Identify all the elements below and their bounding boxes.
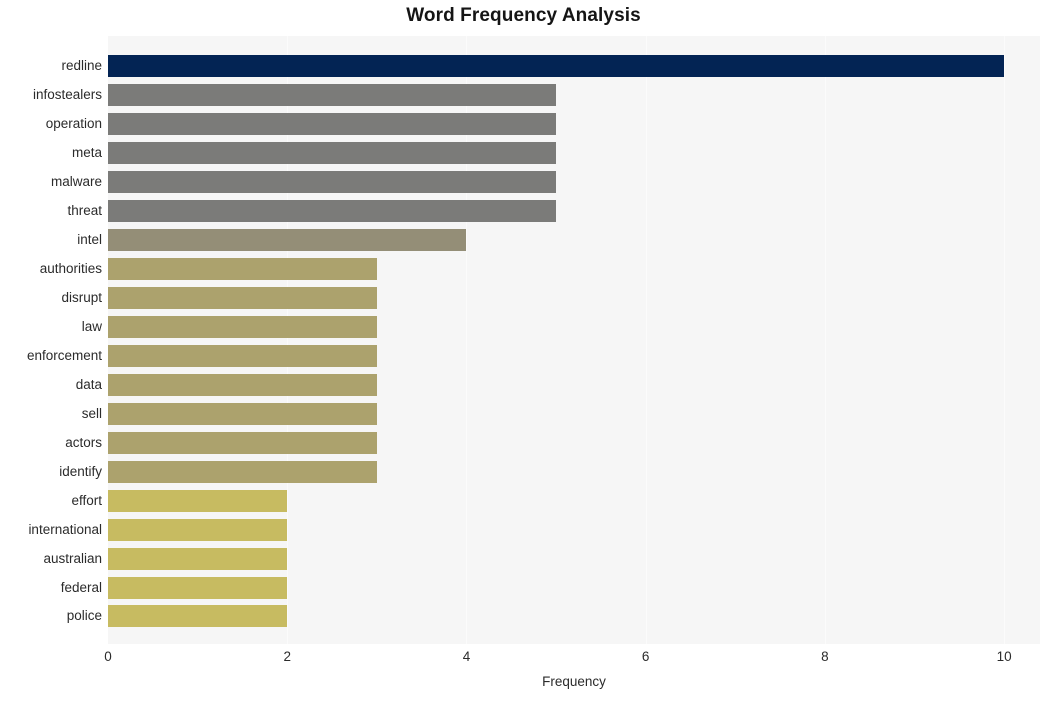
bar-row — [108, 200, 1040, 223]
bar-police — [108, 605, 288, 628]
bar-international — [108, 518, 288, 541]
bar-enforcement — [108, 344, 377, 367]
bar-row — [108, 55, 1040, 78]
y-tick-label-actors: actors — [65, 434, 102, 450]
bar-row — [108, 142, 1040, 165]
bar-row — [108, 113, 1040, 136]
y-tick-label-international: international — [28, 521, 102, 537]
y-tick-label-federal: federal — [60, 579, 102, 595]
y-tick-label-identify: identify — [59, 463, 102, 479]
bar-row — [108, 315, 1040, 338]
bar-threat — [108, 200, 557, 223]
bar-row — [108, 576, 1040, 599]
bar-row — [108, 518, 1040, 541]
bar-federal — [108, 576, 288, 599]
chart-title: Word Frequency Analysis — [406, 5, 641, 26]
bar-australian — [108, 547, 288, 570]
bar-actors — [108, 431, 377, 454]
bar-row — [108, 171, 1040, 194]
y-tick-label-law: law — [81, 318, 102, 334]
bar-row — [108, 258, 1040, 281]
bar-row — [108, 287, 1040, 310]
y-tick-label-effort: effort — [71, 492, 102, 508]
x-tick-label-4: 4 — [462, 649, 471, 664]
word-frequency-chart: Word Frequency Analysis redline infosteal… — [0, 0, 1047, 701]
y-tick-label-infostealers: infostealers — [32, 87, 102, 103]
bar-row — [108, 547, 1040, 570]
bar-authorities — [108, 258, 377, 281]
bar-row — [108, 605, 1040, 628]
x-axis: 0 2 4 6 8 10 — [104, 644, 1040, 668]
bar-identify — [108, 460, 377, 483]
y-tick-label-police: police — [66, 608, 102, 624]
y-tick-label-disrupt: disrupt — [61, 290, 102, 306]
bar-sell — [108, 402, 377, 425]
bar-intel — [108, 229, 467, 252]
bar-row — [108, 344, 1040, 367]
x-axis-title: Frequency — [542, 674, 606, 689]
bar-row — [108, 489, 1040, 512]
bar-row — [108, 373, 1040, 396]
bar-effort — [108, 489, 288, 512]
y-tick-label-australian: australian — [43, 550, 102, 566]
bar-disrupt — [108, 287, 377, 310]
x-tick-label-8: 8 — [821, 649, 829, 664]
bar-row — [108, 460, 1040, 483]
y-tick-label-malware: malware — [50, 174, 102, 190]
bar-row — [108, 84, 1040, 107]
bar-meta — [108, 142, 557, 165]
bar-row — [108, 431, 1040, 454]
x-tick-label-10: 10 — [996, 649, 1012, 664]
bar-data — [108, 373, 377, 396]
x-tick-label-6: 6 — [641, 649, 650, 664]
bar-redline — [108, 55, 1005, 78]
y-tick-label-operation: operation — [45, 116, 102, 132]
y-tick-label-redline: redline — [61, 58, 102, 74]
y-axis: redline infostealers operation meta malware t… — [0, 36, 102, 644]
y-tick-label-sell: sell — [81, 405, 102, 421]
bar-law — [108, 315, 377, 338]
bar-row — [108, 402, 1040, 425]
y-tick-label-meta: meta — [71, 145, 102, 161]
bars-layer — [108, 36, 1040, 644]
y-tick-label-authorities: authorities — [39, 261, 102, 277]
x-tick-label-2: 2 — [283, 649, 291, 664]
bar-row — [108, 229, 1040, 252]
bar-malware — [108, 171, 557, 194]
y-tick-label-threat: threat — [67, 203, 102, 219]
y-tick-label-data: data — [75, 376, 102, 392]
bar-operation — [108, 113, 557, 136]
plot-area — [108, 36, 1040, 644]
bar-infostealers — [108, 84, 557, 107]
y-tick-label-intel: intel — [77, 232, 102, 248]
y-tick-label-enforcement: enforcement — [26, 347, 102, 363]
x-tick-label-0: 0 — [104, 649, 112, 664]
